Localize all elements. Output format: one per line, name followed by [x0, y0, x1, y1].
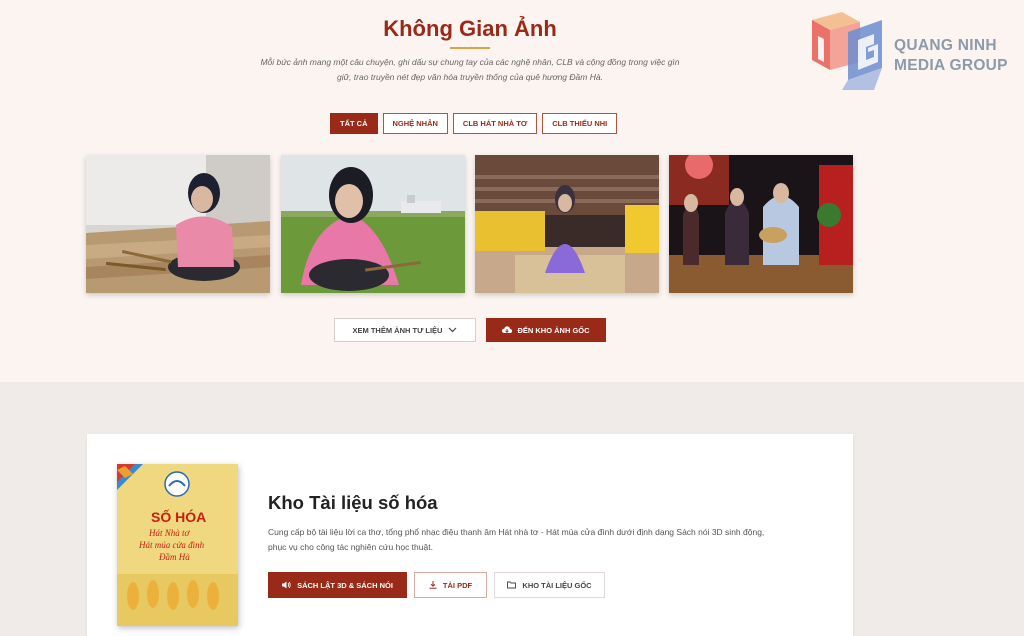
tab-all[interactable]: TẤT CẢ — [330, 113, 378, 134]
photo-performance-stage — [475, 155, 659, 293]
view-more-photos-button[interactable]: XEM THÊM ẢNH TƯ LIỆU — [334, 318, 476, 342]
digitized-book-cover[interactable]: SỐ HÓA Hát Nhà tơ Hát múa cửa đình Đầm H… — [117, 464, 238, 626]
flipbook-audiobook-button[interactable]: SÁCH LẬT 3D & SÁCH NÓI — [268, 572, 407, 598]
logo-mark-icon — [812, 12, 882, 90]
gallery-photo[interactable] — [475, 155, 659, 293]
photo-artisan-indoor — [86, 155, 270, 293]
book-cover-title: SỐ HÓA — [151, 508, 206, 525]
logo-text-line2: MEDIA GROUP — [894, 57, 1008, 74]
view-more-label: XEM THÊM ẢNH TƯ LIỆU — [352, 325, 443, 335]
photo-gallery-section: Không Gian Ảnh Mỗi bức ảnh mang một câu … — [0, 0, 1024, 382]
digitized-documents-section: SỐ HÓA Hát Nhà tơ Hát múa cửa đình Đầm H… — [0, 382, 1024, 636]
gallery-photo[interactable] — [281, 155, 465, 293]
documents-description: Cung cấp bộ tài liệu lời ca thơ, tổng ph… — [268, 527, 765, 552]
book-cover-art: SỐ HÓA Hát Nhà tơ Hát múa cửa đình Đầm H… — [117, 464, 238, 626]
folder-icon — [507, 581, 517, 589]
book-cover-line3: Đầm Hà — [158, 552, 190, 562]
gallery-photo[interactable] — [669, 155, 853, 293]
documents-card: SỐ HÓA Hát Nhà tơ Hát múa cửa đình Đầm H… — [87, 434, 853, 636]
tab-ca-tru-club[interactable]: CLB HÁT NHÀ TƠ — [452, 113, 538, 134]
tab-artisans[interactable]: NGHỆ NHÂN — [382, 113, 448, 134]
download-pdf-label: TẢI PDF — [442, 580, 473, 590]
photo-artisan-field — [281, 155, 465, 293]
book-cover-line1: Hát Nhà tơ — [148, 528, 191, 538]
photo-archive-button[interactable]: ĐẾN KHO ẢNH GỐC — [486, 318, 606, 342]
quang-ninh-media-logo: QUANG NINH MEDIA GROUP — [808, 10, 1018, 92]
download-pdf-button[interactable]: TẢI PDF — [414, 572, 487, 598]
documents-title: Kho Tài liệu số hóa — [268, 492, 438, 513]
gallery-subtitle: Mỗi bức ảnh mang một câu chuyện, ghi dấu… — [260, 57, 680, 82]
original-documents-label: KHO TÀI LIỆU GỐC — [522, 580, 592, 590]
photo-archive-label: ĐẾN KHO ẢNH GỐC — [517, 325, 590, 335]
flipbook-label: SÁCH LẬT 3D & SÁCH NÓI — [297, 580, 393, 590]
speaker-icon — [282, 581, 291, 589]
download-icon — [429, 581, 437, 589]
chevron-down-icon — [449, 327, 457, 333]
original-documents-button[interactable]: KHO TÀI LIỆU GỐC — [494, 572, 605, 598]
photo-music-stage — [669, 155, 853, 293]
gallery-title: Không Gian Ảnh — [383, 16, 557, 41]
book-cover-line2: Hát múa cửa đình — [138, 540, 205, 550]
tab-children-club[interactable]: CLB THIẾU NHI — [542, 113, 618, 134]
gallery-photo[interactable] — [86, 155, 270, 293]
title-underline — [450, 47, 490, 49]
cloud-download-icon — [502, 326, 513, 333]
logo-text-line1: QUANG NINH — [894, 37, 997, 54]
gallery-filter-tabs: TẤT CẢ NGHỆ NHÂN CLB HÁT NHÀ TƠ CLB THIẾ… — [330, 113, 618, 134]
